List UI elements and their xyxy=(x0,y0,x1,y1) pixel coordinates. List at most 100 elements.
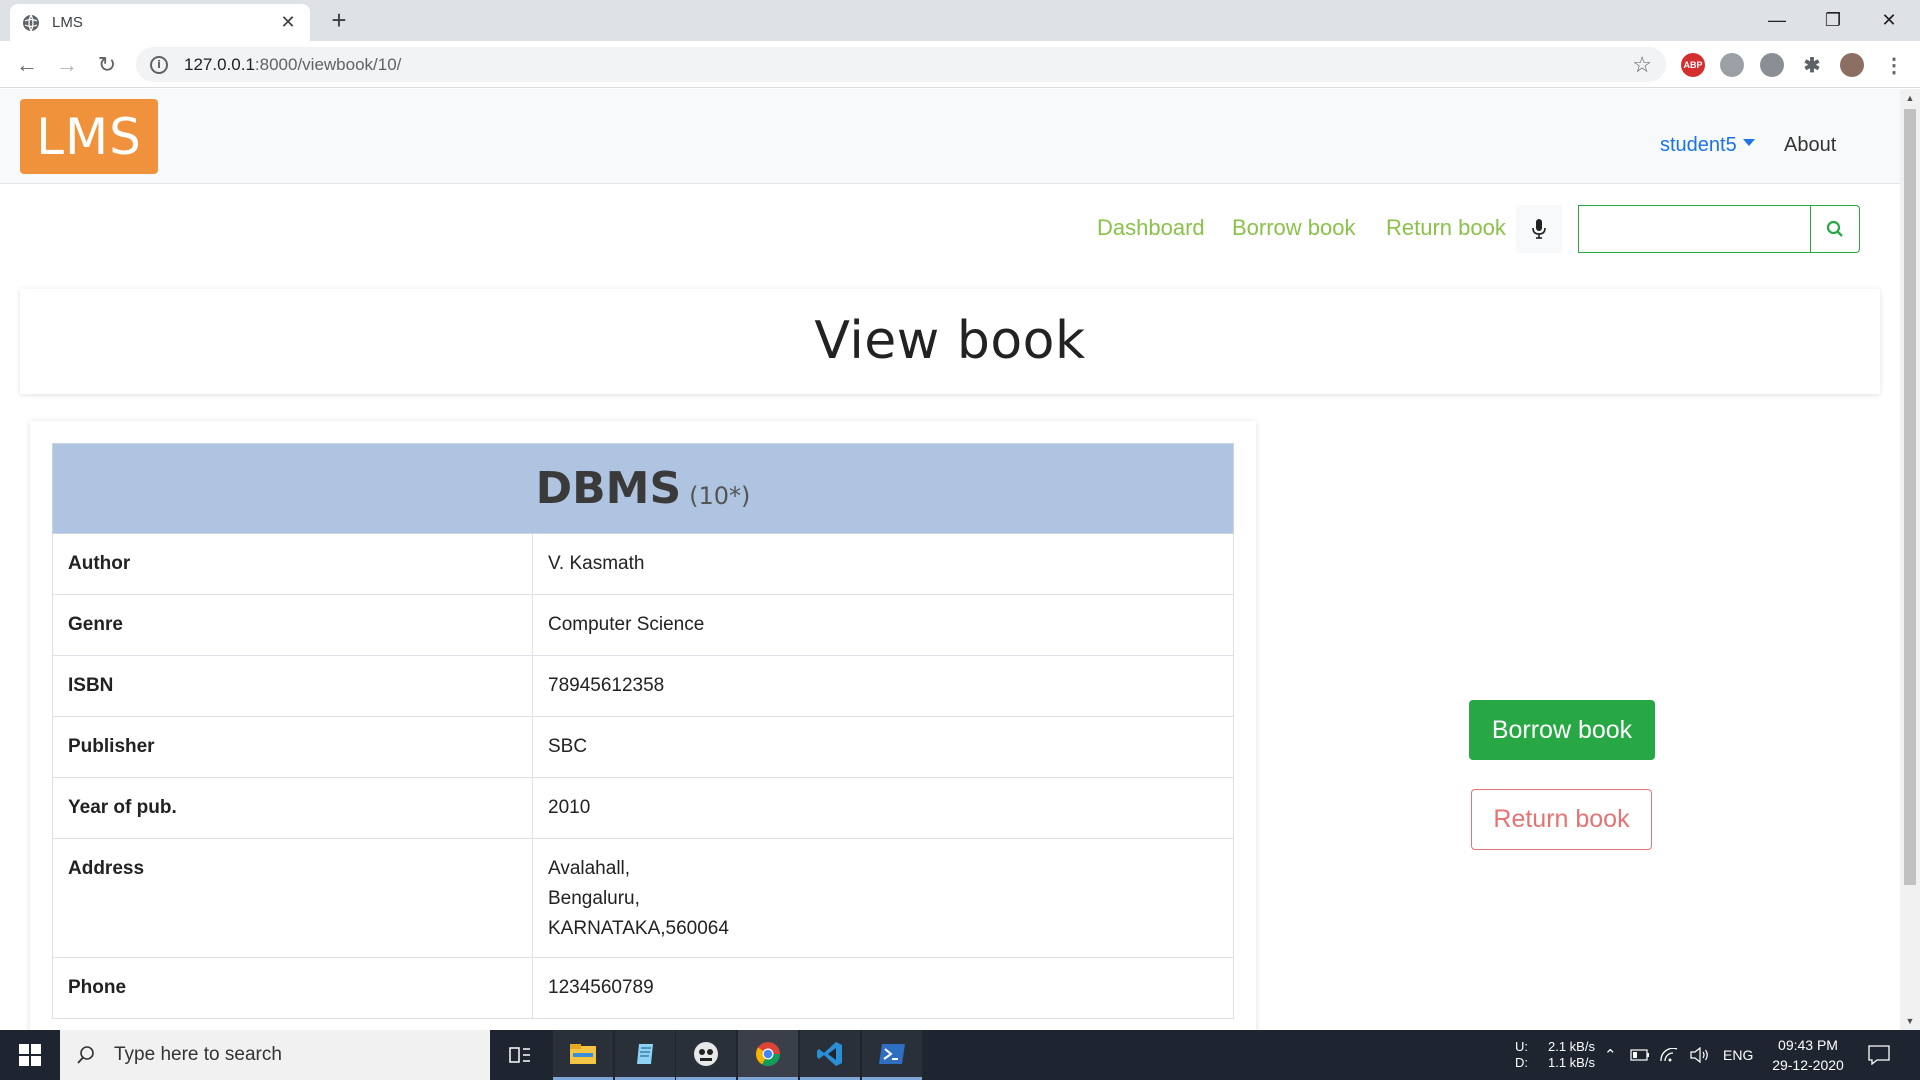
book-details-card: DBMS (10*) Author V. Kasmath Genre Compu… xyxy=(30,421,1256,1030)
site-logo[interactable]: LMS xyxy=(20,99,158,174)
language-indicator[interactable]: ENG xyxy=(1723,1030,1753,1080)
adblock-icon[interactable]: ABP xyxy=(1681,53,1705,77)
table-row: Year of pub. 2010 xyxy=(52,778,1234,839)
address-line: Avalahall, xyxy=(548,858,631,879)
chrome-app-icon[interactable] xyxy=(738,1030,798,1080)
vscode-app-icon[interactable] xyxy=(800,1030,860,1080)
globe-extension-icon[interactable] xyxy=(1720,53,1744,77)
minimize-button[interactable]: — xyxy=(1749,0,1805,41)
book-title-header: DBMS (10*) xyxy=(52,443,1234,534)
page-scrollbar[interactable]: ▲ ▼ xyxy=(1900,89,1920,1030)
file-explorer-icon[interactable] xyxy=(553,1030,613,1080)
scrollbar-thumb[interactable] xyxy=(1904,109,1916,885)
about-link[interactable]: About xyxy=(1784,134,1836,157)
field-value: 1234560789 xyxy=(548,977,654,998)
address-line: KARNATAKA,560064 xyxy=(548,918,729,939)
url-host: 127.0.0.1 xyxy=(184,54,255,74)
borrow-book-button[interactable]: Borrow book xyxy=(1469,700,1655,760)
table-row: Author V. Kasmath xyxy=(52,534,1234,595)
notepad-app-icon[interactable] xyxy=(615,1030,675,1080)
scroll-up-arrow-icon[interactable]: ▲ xyxy=(1900,89,1920,107)
windows-logo-icon xyxy=(19,1044,41,1066)
network-speed: 2.1 kB/s 1.1 kB/s xyxy=(1548,1030,1595,1080)
search-button[interactable] xyxy=(1810,205,1860,253)
table-row: ISBN 78945612358 xyxy=(52,656,1234,717)
microphone-icon[interactable] xyxy=(1516,205,1562,253)
address-line: Bengaluru, xyxy=(548,888,640,909)
browser-toolbar: ← → ↻ i 127.0.0.1:8000/viewbook/10/ ☆ AB… xyxy=(0,41,1920,88)
search-input[interactable] xyxy=(1578,205,1810,253)
taskbar-search[interactable]: Type here to search xyxy=(60,1030,490,1080)
user-dropdown[interactable]: student5 xyxy=(1660,134,1755,157)
restore-button[interactable]: ❐ xyxy=(1805,0,1861,41)
return-book-link[interactable]: Return book xyxy=(1386,215,1506,241)
table-row: Address Avalahall, Bengaluru, KARNATAKA,… xyxy=(52,839,1234,958)
scroll-down-arrow-icon[interactable]: ▼ xyxy=(1900,1012,1920,1030)
menu-dots-icon[interactable]: ⋮ xyxy=(1882,53,1906,77)
clock-date: 29-12-2020 xyxy=(1772,1057,1844,1073)
field-label: Publisher xyxy=(53,717,533,777)
net-down-label: D: xyxy=(1515,1055,1528,1070)
site-navbar: LMS student5 About xyxy=(0,89,1900,184)
wifi-icon[interactable] xyxy=(1660,1030,1678,1080)
battery-icon[interactable] xyxy=(1630,1030,1650,1080)
dashboard-link[interactable]: Dashboard xyxy=(1097,215,1205,241)
field-value: 78945612358 xyxy=(548,675,665,696)
field-label: Year of pub. xyxy=(53,778,533,838)
return-book-button[interactable]: Return book xyxy=(1471,789,1652,850)
address-bar[interactable]: i 127.0.0.1:8000/viewbook/10/ ☆ xyxy=(136,47,1666,82)
borrow-book-link[interactable]: Borrow book xyxy=(1232,215,1356,241)
table-row: Phone 1234560789 xyxy=(52,958,1234,1019)
browser-tabbar: LMS ✕ + — ❐ ✕ xyxy=(0,0,1920,41)
user-name: student5 xyxy=(1660,134,1737,156)
new-tab-button[interactable]: + xyxy=(325,6,353,34)
page-header-card: View book xyxy=(20,289,1880,394)
powershell-app-icon[interactable] xyxy=(862,1030,922,1080)
table-row: Genre Computer Science xyxy=(52,595,1234,656)
profile-avatar[interactable] xyxy=(1840,53,1864,77)
terminal-app-icon[interactable] xyxy=(676,1030,736,1080)
field-value: V. Kasmath xyxy=(548,553,645,574)
page-viewport: LMS student5 About Dashboard Borrow book… xyxy=(0,89,1900,1030)
field-label: Address xyxy=(53,839,533,957)
notification-icon[interactable] xyxy=(1868,1030,1890,1080)
window-close-button[interactable]: ✕ xyxy=(1861,0,1917,41)
search-icon xyxy=(77,1046,94,1064)
page-title: View book xyxy=(814,311,1086,371)
book-details-table: DBMS (10*) Author V. Kasmath Genre Compu… xyxy=(52,443,1234,1019)
field-label: Author xyxy=(53,534,533,594)
start-button[interactable] xyxy=(0,1030,60,1080)
net-up-label: U: xyxy=(1515,1039,1528,1054)
bookmark-star-icon[interactable]: ☆ xyxy=(1632,52,1652,78)
search-icon xyxy=(1826,220,1843,237)
info-icon[interactable]: i xyxy=(150,55,168,74)
caret-down-icon xyxy=(1742,139,1755,147)
field-label: Genre xyxy=(53,595,533,655)
gear-extension-icon[interactable] xyxy=(1760,53,1784,77)
field-value: 2010 xyxy=(548,797,591,818)
tab-close-icon[interactable]: ✕ xyxy=(278,12,298,33)
forward-arrow-icon[interactable]: → xyxy=(52,50,82,80)
net-down-value: 1.1 kB/s xyxy=(1548,1055,1595,1070)
reload-icon[interactable]: ↻ xyxy=(92,50,122,80)
back-arrow-icon[interactable]: ← xyxy=(12,50,42,80)
url-path: :8000/viewbook/10/ xyxy=(254,54,402,74)
field-label: ISBN xyxy=(53,656,533,716)
puzzle-extensions-icon[interactable]: ✱ xyxy=(1800,53,1824,77)
book-title: DBMS xyxy=(535,463,682,514)
table-row: Publisher SBC xyxy=(52,717,1234,778)
volume-icon[interactable] xyxy=(1690,1030,1710,1080)
book-count: (10*) xyxy=(689,481,751,510)
field-value: SBC xyxy=(548,736,588,757)
globe-icon xyxy=(22,14,40,32)
clock-time: 09:43 PM xyxy=(1778,1037,1838,1053)
show-hidden-icons-icon[interactable]: ⌃ xyxy=(1604,1030,1617,1080)
tab-title: LMS xyxy=(52,14,83,31)
clock[interactable]: 09:43 PM 29-12-2020 xyxy=(1770,1030,1846,1080)
field-value: Computer Science xyxy=(548,614,705,635)
task-view-icon[interactable] xyxy=(490,1030,550,1080)
taskbar-search-placeholder: Type here to search xyxy=(114,1044,282,1065)
address-value: Avalahall, Bengaluru, KARNATAKA,560064 xyxy=(533,839,1233,957)
browser-tab[interactable]: LMS ✕ xyxy=(10,4,310,41)
windows-taskbar: Type here to search U: D: 2.1 kB/s 1.1 k… xyxy=(0,1030,1920,1080)
